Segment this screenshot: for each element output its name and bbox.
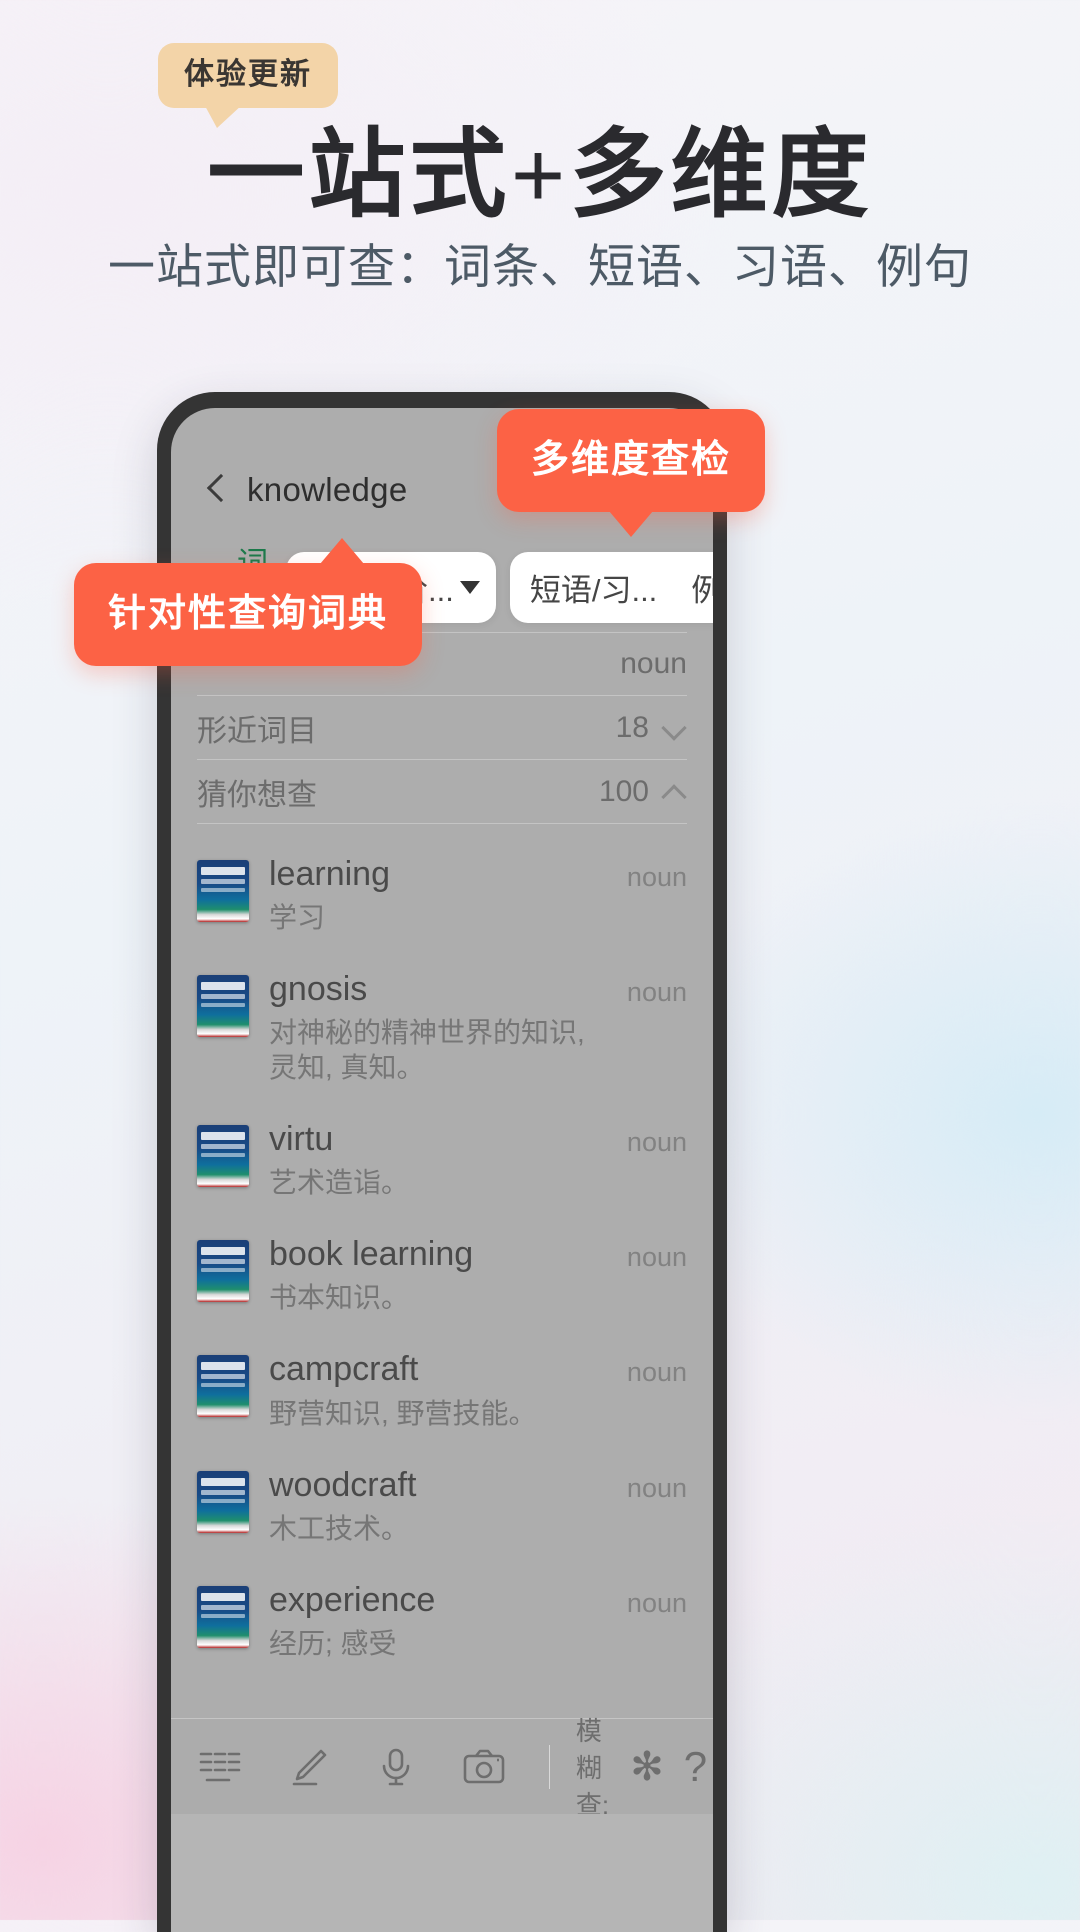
word-pos: noun <box>626 1242 687 1273</box>
callout-targeted-dictionary-label: 针对性查询词典 <box>108 593 389 635</box>
word-pos: noun <box>626 977 687 1008</box>
update-badge-wrapper: 体验更新 <box>158 43 338 128</box>
word-pos: noun <box>626 862 687 892</box>
list-item[interactable]: woodcraft 木工技术。 noun <box>197 1447 687 1562</box>
word-term: book learning <box>269 1235 474 1274</box>
word-definition: 艺术造诣。 <box>269 1167 410 1199</box>
oxford-dictionary-icon <box>197 1470 249 1533</box>
oxford-dictionary-icon <box>197 1125 249 1188</box>
tab-example-sentence[interactable]: 例句 <box>691 565 713 610</box>
keyboard-area-placeholder <box>171 1814 713 1932</box>
oxford-dictionary-icon <box>197 1240 249 1303</box>
collapsible-row-count: 100 <box>598 774 649 808</box>
word-term: virtu <box>269 1120 334 1159</box>
callout-multi-dimension-label: 多维度查检 <box>531 439 732 481</box>
collapsible-row-label: 形近词目 <box>197 714 317 748</box>
list-item[interactable]: learning 学习 noun <box>197 836 687 951</box>
camera-icon[interactable] <box>461 1744 507 1790</box>
word-definition: 书本知识。 <box>269 1282 410 1314</box>
callout-multi-dimension: 多维度查检 <box>497 409 766 537</box>
input-toolbar: 模糊查: ✻ ? <box>171 1716 713 1820</box>
oxford-dictionary-icon <box>197 1585 249 1648</box>
word-term: learning <box>269 855 390 893</box>
word-definition: 对神秘的精神世界的知识, 灵知, 真知。 <box>269 1017 585 1084</box>
oxford-dictionary-icon <box>197 860 249 922</box>
phrase-example-tab-group: 短语/习... 例句 <box>509 551 713 623</box>
collapsible-row-similar[interactable]: 形近词目 18 <box>197 696 687 760</box>
callout-tail <box>609 511 653 537</box>
list-item[interactable]: book learning 书本知识。 noun <box>197 1216 687 1331</box>
word-definition: 学习 <box>269 902 326 934</box>
chevron-left-icon[interactable] <box>199 473 233 507</box>
search-term-title: knowledge <box>247 471 408 508</box>
word-definition: 野营知识, 野营技能。 <box>269 1397 537 1429</box>
list-item[interactable]: virtu 艺术造诣。 noun <box>197 1101 687 1216</box>
word-term: gnosis <box>269 970 368 1009</box>
word-definition: 木工技术。 <box>269 1512 410 1544</box>
word-definition: 经历; 感受 <box>269 1627 397 1659</box>
page-title: 一站式+多维度 <box>207 122 873 229</box>
page-subtitle: 一站式即可查：词条、短语、习语、例句 <box>108 240 972 293</box>
chevron-up-icon[interactable] <box>663 780 687 804</box>
collapsible-row-label: 猜你想查 <box>197 778 317 812</box>
toolbar-divider <box>549 1744 550 1789</box>
word-pos: noun <box>626 1472 687 1503</box>
fuzzy-search-label: 模糊查: <box>575 1716 610 1820</box>
partial-row-pos: noun <box>620 647 687 680</box>
oxford-dictionary-icon <box>197 1355 249 1418</box>
chevron-down-icon <box>459 580 480 594</box>
list-item[interactable]: campcraft 野营知识, 野营技能。 noun <box>197 1331 687 1446</box>
list-item[interactable]: experience 经历; 感受 noun <box>197 1562 687 1677</box>
word-term: woodcraft <box>269 1465 417 1504</box>
oxford-dictionary-icon <box>197 975 249 1038</box>
word-term: campcraft <box>269 1350 419 1389</box>
collapsible-row-count: 18 <box>615 710 649 744</box>
word-pos: noun <box>626 1127 687 1158</box>
update-badge: 体验更新 <box>158 43 338 108</box>
fuzzy-search-group: 模糊查: ✻ ? <box>549 1711 707 1822</box>
microphone-icon[interactable] <box>373 1744 419 1790</box>
callout-targeted-dictionary: 针对性查询词典 <box>74 538 423 666</box>
word-pos: noun <box>626 1587 687 1618</box>
word-result-list: learning 学习 noun gnosis 对神秘的精神世界的知识, 灵知,… <box>171 836 713 1677</box>
question-mark-wildcard-icon[interactable]: ? <box>684 1745 707 1788</box>
list-item[interactable]: gnosis 对神秘的精神世界的知识, 灵知, 真知。 noun <box>197 951 687 1101</box>
list-lines-icon[interactable] <box>197 1744 243 1790</box>
pencil-icon[interactable] <box>285 1744 331 1790</box>
collapsible-row-guess[interactable]: 猜你想查 100 <box>197 760 687 824</box>
tab-phrase-idiom[interactable]: 短语/习... <box>530 565 657 610</box>
word-term: experience <box>269 1580 436 1619</box>
callout-tail <box>320 538 365 564</box>
word-pos: noun <box>626 1357 687 1388</box>
chevron-down-icon[interactable] <box>663 716 687 740</box>
asterisk-wildcard-icon[interactable]: ✻ <box>630 1747 664 1787</box>
